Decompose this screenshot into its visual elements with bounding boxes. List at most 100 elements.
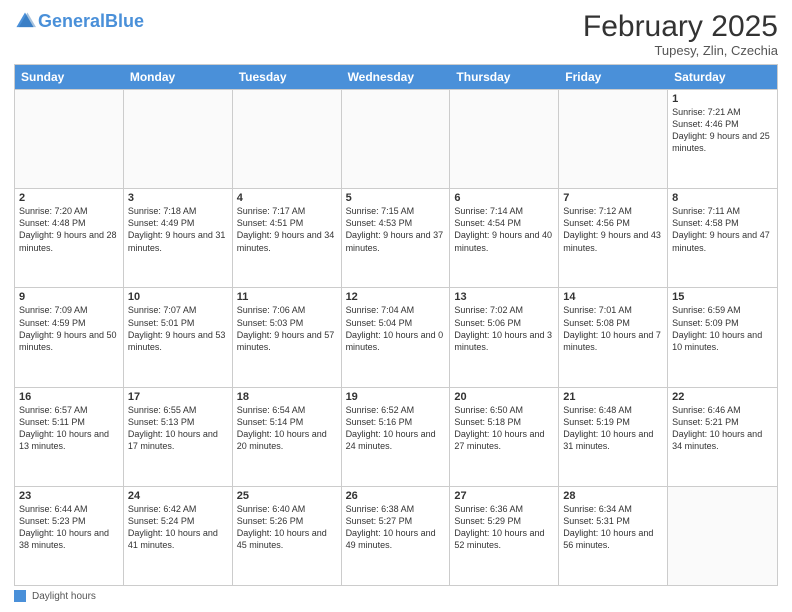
day-detail: Sunrise: 7:11 AM Sunset: 4:58 PM Dayligh… bbox=[672, 205, 773, 254]
month-title: February 2025 bbox=[583, 10, 778, 43]
day-number: 4 bbox=[237, 192, 337, 204]
day-number: 6 bbox=[454, 192, 554, 204]
day-number: 13 bbox=[454, 291, 554, 303]
day-detail: Sunrise: 6:40 AM Sunset: 5:26 PM Dayligh… bbox=[237, 503, 337, 552]
cal-empty bbox=[15, 90, 124, 188]
day-number: 12 bbox=[346, 291, 446, 303]
header-day-saturday: Saturday bbox=[668, 65, 777, 89]
cal-day-15: 15Sunrise: 6:59 AM Sunset: 5:09 PM Dayli… bbox=[668, 288, 777, 386]
cal-day-7: 7Sunrise: 7:12 AM Sunset: 4:56 PM Daylig… bbox=[559, 189, 668, 287]
cal-day-20: 20Sunrise: 6:50 AM Sunset: 5:18 PM Dayli… bbox=[450, 388, 559, 486]
day-number: 17 bbox=[128, 391, 228, 403]
cal-day-12: 12Sunrise: 7:04 AM Sunset: 5:04 PM Dayli… bbox=[342, 288, 451, 386]
day-detail: Sunrise: 6:59 AM Sunset: 5:09 PM Dayligh… bbox=[672, 304, 773, 353]
day-detail: Sunrise: 6:50 AM Sunset: 5:18 PM Dayligh… bbox=[454, 404, 554, 453]
day-detail: Sunrise: 6:38 AM Sunset: 5:27 PM Dayligh… bbox=[346, 503, 446, 552]
cal-day-17: 17Sunrise: 6:55 AM Sunset: 5:13 PM Dayli… bbox=[124, 388, 233, 486]
day-number: 15 bbox=[672, 291, 773, 303]
cal-day-22: 22Sunrise: 6:46 AM Sunset: 5:21 PM Dayli… bbox=[668, 388, 777, 486]
header-day-tuesday: Tuesday bbox=[233, 65, 342, 89]
day-number: 23 bbox=[19, 490, 119, 502]
day-detail: Sunrise: 6:57 AM Sunset: 5:11 PM Dayligh… bbox=[19, 404, 119, 453]
day-detail: Sunrise: 6:36 AM Sunset: 5:29 PM Dayligh… bbox=[454, 503, 554, 552]
header-day-thursday: Thursday bbox=[450, 65, 559, 89]
day-number: 5 bbox=[346, 192, 446, 204]
cal-day-2: 2Sunrise: 7:20 AM Sunset: 4:48 PM Daylig… bbox=[15, 189, 124, 287]
day-detail: Sunrise: 7:20 AM Sunset: 4:48 PM Dayligh… bbox=[19, 205, 119, 254]
day-detail: Sunrise: 7:15 AM Sunset: 4:53 PM Dayligh… bbox=[346, 205, 446, 254]
cal-empty bbox=[559, 90, 668, 188]
cal-empty bbox=[124, 90, 233, 188]
day-number: 8 bbox=[672, 192, 773, 204]
day-number: 10 bbox=[128, 291, 228, 303]
day-detail: Sunrise: 7:06 AM Sunset: 5:03 PM Dayligh… bbox=[237, 304, 337, 353]
calendar: SundayMondayTuesdayWednesdayThursdayFrid… bbox=[14, 64, 778, 586]
cal-day-21: 21Sunrise: 6:48 AM Sunset: 5:19 PM Dayli… bbox=[559, 388, 668, 486]
day-number: 20 bbox=[454, 391, 554, 403]
calendar-header: SundayMondayTuesdayWednesdayThursdayFrid… bbox=[15, 65, 777, 89]
header: GeneralBlue February 2025 Tupesy, Zlin, … bbox=[14, 10, 778, 58]
cal-day-6: 6Sunrise: 7:14 AM Sunset: 4:54 PM Daylig… bbox=[450, 189, 559, 287]
footer: Daylight hours bbox=[14, 590, 778, 602]
cal-day-5: 5Sunrise: 7:15 AM Sunset: 4:53 PM Daylig… bbox=[342, 189, 451, 287]
day-number: 19 bbox=[346, 391, 446, 403]
cal-day-8: 8Sunrise: 7:11 AM Sunset: 4:58 PM Daylig… bbox=[668, 189, 777, 287]
calendar-week-3: 16Sunrise: 6:57 AM Sunset: 5:11 PM Dayli… bbox=[15, 387, 777, 486]
day-detail: Sunrise: 7:02 AM Sunset: 5:06 PM Dayligh… bbox=[454, 304, 554, 353]
logo-general: General bbox=[38, 11, 105, 31]
cal-empty bbox=[233, 90, 342, 188]
day-number: 3 bbox=[128, 192, 228, 204]
location: Tupesy, Zlin, Czechia bbox=[583, 43, 778, 58]
legend-box bbox=[14, 590, 26, 602]
day-number: 22 bbox=[672, 391, 773, 403]
cal-day-23: 23Sunrise: 6:44 AM Sunset: 5:23 PM Dayli… bbox=[15, 487, 124, 585]
day-detail: Sunrise: 6:34 AM Sunset: 5:31 PM Dayligh… bbox=[563, 503, 663, 552]
legend-label: Daylight hours bbox=[32, 591, 96, 602]
day-detail: Sunrise: 7:17 AM Sunset: 4:51 PM Dayligh… bbox=[237, 205, 337, 254]
cal-day-9: 9Sunrise: 7:09 AM Sunset: 4:59 PM Daylig… bbox=[15, 288, 124, 386]
header-day-sunday: Sunday bbox=[15, 65, 124, 89]
calendar-week-2: 9Sunrise: 7:09 AM Sunset: 4:59 PM Daylig… bbox=[15, 287, 777, 386]
cal-day-25: 25Sunrise: 6:40 AM Sunset: 5:26 PM Dayli… bbox=[233, 487, 342, 585]
day-number: 16 bbox=[19, 391, 119, 403]
cal-day-3: 3Sunrise: 7:18 AM Sunset: 4:49 PM Daylig… bbox=[124, 189, 233, 287]
day-detail: Sunrise: 6:48 AM Sunset: 5:19 PM Dayligh… bbox=[563, 404, 663, 453]
day-detail: Sunrise: 7:18 AM Sunset: 4:49 PM Dayligh… bbox=[128, 205, 228, 254]
day-number: 21 bbox=[563, 391, 663, 403]
cal-empty bbox=[668, 487, 777, 585]
day-detail: Sunrise: 7:14 AM Sunset: 4:54 PM Dayligh… bbox=[454, 205, 554, 254]
day-number: 25 bbox=[237, 490, 337, 502]
cal-day-28: 28Sunrise: 6:34 AM Sunset: 5:31 PM Dayli… bbox=[559, 487, 668, 585]
cal-day-19: 19Sunrise: 6:52 AM Sunset: 5:16 PM Dayli… bbox=[342, 388, 451, 486]
day-detail: Sunrise: 6:55 AM Sunset: 5:13 PM Dayligh… bbox=[128, 404, 228, 453]
title-block: February 2025 Tupesy, Zlin, Czechia bbox=[583, 10, 778, 58]
calendar-week-1: 2Sunrise: 7:20 AM Sunset: 4:48 PM Daylig… bbox=[15, 188, 777, 287]
day-number: 26 bbox=[346, 490, 446, 502]
day-detail: Sunrise: 6:54 AM Sunset: 5:14 PM Dayligh… bbox=[237, 404, 337, 453]
logo-icon bbox=[14, 10, 36, 32]
day-number: 28 bbox=[563, 490, 663, 502]
day-number: 24 bbox=[128, 490, 228, 502]
day-detail: Sunrise: 6:52 AM Sunset: 5:16 PM Dayligh… bbox=[346, 404, 446, 453]
calendar-week-4: 23Sunrise: 6:44 AM Sunset: 5:23 PM Dayli… bbox=[15, 486, 777, 585]
page: GeneralBlue February 2025 Tupesy, Zlin, … bbox=[0, 0, 792, 612]
day-number: 14 bbox=[563, 291, 663, 303]
cal-day-10: 10Sunrise: 7:07 AM Sunset: 5:01 PM Dayli… bbox=[124, 288, 233, 386]
day-number: 1 bbox=[672, 93, 773, 105]
day-detail: Sunrise: 6:46 AM Sunset: 5:21 PM Dayligh… bbox=[672, 404, 773, 453]
day-number: 11 bbox=[237, 291, 337, 303]
header-day-monday: Monday bbox=[124, 65, 233, 89]
day-number: 2 bbox=[19, 192, 119, 204]
cal-day-4: 4Sunrise: 7:17 AM Sunset: 4:51 PM Daylig… bbox=[233, 189, 342, 287]
cal-day-13: 13Sunrise: 7:02 AM Sunset: 5:06 PM Dayli… bbox=[450, 288, 559, 386]
day-detail: Sunrise: 7:04 AM Sunset: 5:04 PM Dayligh… bbox=[346, 304, 446, 353]
logo: GeneralBlue bbox=[14, 10, 144, 32]
day-detail: Sunrise: 7:07 AM Sunset: 5:01 PM Dayligh… bbox=[128, 304, 228, 353]
calendar-body: 1Sunrise: 7:21 AM Sunset: 4:46 PM Daylig… bbox=[15, 89, 777, 585]
cal-day-11: 11Sunrise: 7:06 AM Sunset: 5:03 PM Dayli… bbox=[233, 288, 342, 386]
cal-empty bbox=[450, 90, 559, 188]
cal-day-18: 18Sunrise: 6:54 AM Sunset: 5:14 PM Dayli… bbox=[233, 388, 342, 486]
cal-day-16: 16Sunrise: 6:57 AM Sunset: 5:11 PM Dayli… bbox=[15, 388, 124, 486]
header-day-friday: Friday bbox=[559, 65, 668, 89]
cal-day-24: 24Sunrise: 6:42 AM Sunset: 5:24 PM Dayli… bbox=[124, 487, 233, 585]
